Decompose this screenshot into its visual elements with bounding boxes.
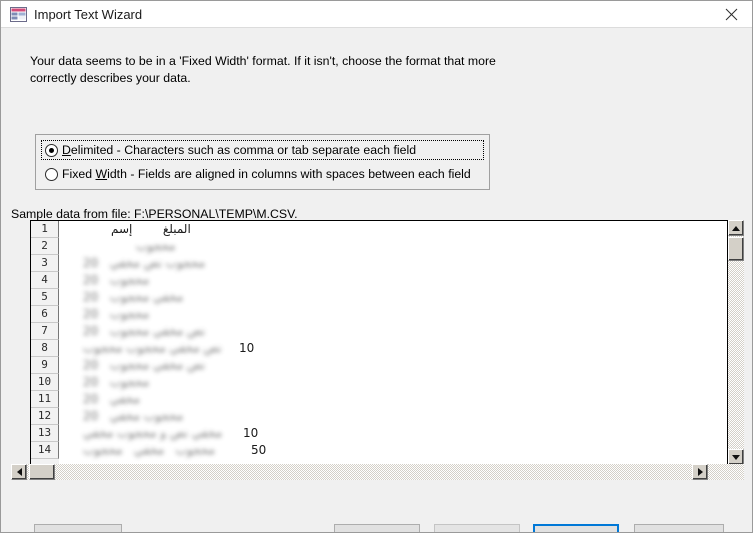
preview-row: 10 محجوب 20 [31, 374, 727, 391]
preview-row: 11 مخفي 20 [31, 391, 727, 408]
finish-button[interactable]: Finish [634, 524, 724, 532]
row-number: 7 [31, 323, 59, 340]
triangle-up-icon [732, 225, 740, 231]
row-number: 4 [31, 272, 59, 289]
radio-delimited-indicator [45, 143, 58, 157]
close-icon[interactable] [709, 1, 752, 27]
preview-vertical-scrollbar[interactable] [728, 220, 744, 465]
preview-row: 7 نص مخفي محجوب 20 [31, 323, 727, 340]
radio-option-fixed-width[interactable]: Fixed Width - Fields are aligned in colu… [41, 164, 484, 184]
preview-row: 9 نص مخفي محجوب 20 [31, 357, 727, 374]
scroll-left-button[interactable] [11, 464, 27, 480]
import-text-wizard-icon [10, 6, 27, 23]
row-content: محجوب [136, 239, 176, 253]
row-content: محجوب 20 [83, 273, 150, 287]
row-number: 8 [31, 340, 59, 357]
row-content: محجوب مخفي محجوب [83, 443, 215, 457]
preview-row: 13 مخفي نص و محجوب مخفي 10 [31, 425, 727, 442]
titlebar: Import Text Wizard [1, 1, 752, 28]
row-number: 6 [31, 306, 59, 323]
preview-row: 2 محجوب [31, 238, 727, 255]
format-options-group: Delimited - Characters such as comma or … [35, 134, 490, 190]
radio-delimited-label: Delimited - Characters such as comma or … [62, 142, 417, 157]
preview-row: 4 محجوب 20 [31, 272, 727, 289]
row-number: 9 [31, 357, 59, 374]
triangle-left-icon [16, 468, 22, 476]
preview-grid[interactable]: 1 المبلغ إسم 2 محجوب 3 محجوب نص مخفي 20 4 محجوب… [30, 220, 728, 465]
back-button: < Back [434, 524, 520, 532]
row-amount: 50 [251, 443, 267, 457]
scroll-up-button[interactable] [728, 220, 744, 236]
radio-option-delimited[interactable]: Delimited - Characters such as comma or … [41, 140, 484, 160]
triangle-down-icon [732, 454, 740, 460]
preview-row: 8 نص مخفي محجوب محجوب 10 [31, 340, 727, 357]
row-number: 12 [31, 408, 59, 425]
scroll-right-button[interactable] [692, 464, 708, 480]
row-content: محجوب 20 [83, 307, 150, 321]
row-content: مخفي نص و محجوب مخفي [83, 426, 223, 440]
instructions-text: Your data seems to be in a 'Fixed Width'… [30, 54, 496, 85]
preview-row: 12 محجوب مخفي 20 [31, 408, 727, 425]
sample-data-label: Sample data from file: F:\PERSONAL\TEMP\… [11, 207, 298, 221]
row-number: 5 [31, 289, 59, 306]
row-content: نص مخفي محجوب محجوب [83, 341, 222, 355]
radio-fixed-width-indicator [45, 167, 58, 181]
scroll-down-button[interactable] [728, 449, 744, 465]
row-number: 1 [31, 221, 59, 238]
row-number: 3 [31, 255, 59, 272]
row-number: 11 [31, 391, 59, 408]
radio-fixed-width-label: Fixed Width - Fields are aligned in colu… [62, 166, 471, 181]
row-content: محجوب مخفي 20 [83, 409, 184, 423]
preview-rows: 1 المبلغ إسم 2 محجوب 3 محجوب نص مخفي 20 4 محجوب… [31, 221, 727, 459]
hscrollbar-track[interactable] [11, 464, 744, 480]
next-button[interactable]: Next > [533, 524, 619, 532]
row-number: 13 [31, 425, 59, 442]
preview-row: 3 محجوب نص مخفي 20 [31, 255, 727, 272]
triangle-right-icon [697, 468, 703, 476]
advanced-button[interactable]: Advanced... [34, 524, 122, 532]
vscrollbar-thumb[interactable] [728, 237, 744, 261]
row-content: مخفي 20 [83, 392, 140, 406]
preview-row: 6 محجوب 20 [31, 306, 727, 323]
dialog-body: Your data seems to be in a 'Fixed Width'… [1, 28, 752, 532]
cancel-button[interactable]: Cancel [334, 524, 420, 532]
import-text-wizard-dialog: Import Text Wizard Your data seems to be… [0, 0, 753, 533]
preview-row: 14 محجوب مخفي محجوب 50 [31, 442, 727, 459]
row-content: نص مخفي محجوب 20 [83, 324, 206, 338]
row-content: نص مخفي محجوب 20 [83, 358, 206, 372]
row-amount: 10 [239, 341, 255, 355]
preview-row: 5 مخفي محجوب 20 [31, 289, 727, 306]
preview-horizontal-scrollbar[interactable] [11, 464, 744, 480]
preview-row: 1 المبلغ إسم [31, 221, 727, 238]
row-content: محجوب 20 [83, 375, 150, 389]
row-number: 10 [31, 374, 59, 391]
row-number: 14 [31, 442, 59, 459]
sample-data-preview: 1 المبلغ إسم 2 محجوب 3 محجوب نص مخفي 20 4 محجوب… [11, 220, 744, 480]
row-content: محجوب نص مخفي 20 [83, 256, 206, 270]
row-amount: 10 [243, 426, 259, 440]
row-number: 2 [31, 238, 59, 255]
row-content: المبلغ إسم [111, 222, 191, 236]
row-content: مخفي محجوب 20 [83, 290, 184, 304]
hscrollbar-thumb[interactable] [29, 464, 55, 480]
window-title: Import Text Wizard [34, 7, 143, 22]
